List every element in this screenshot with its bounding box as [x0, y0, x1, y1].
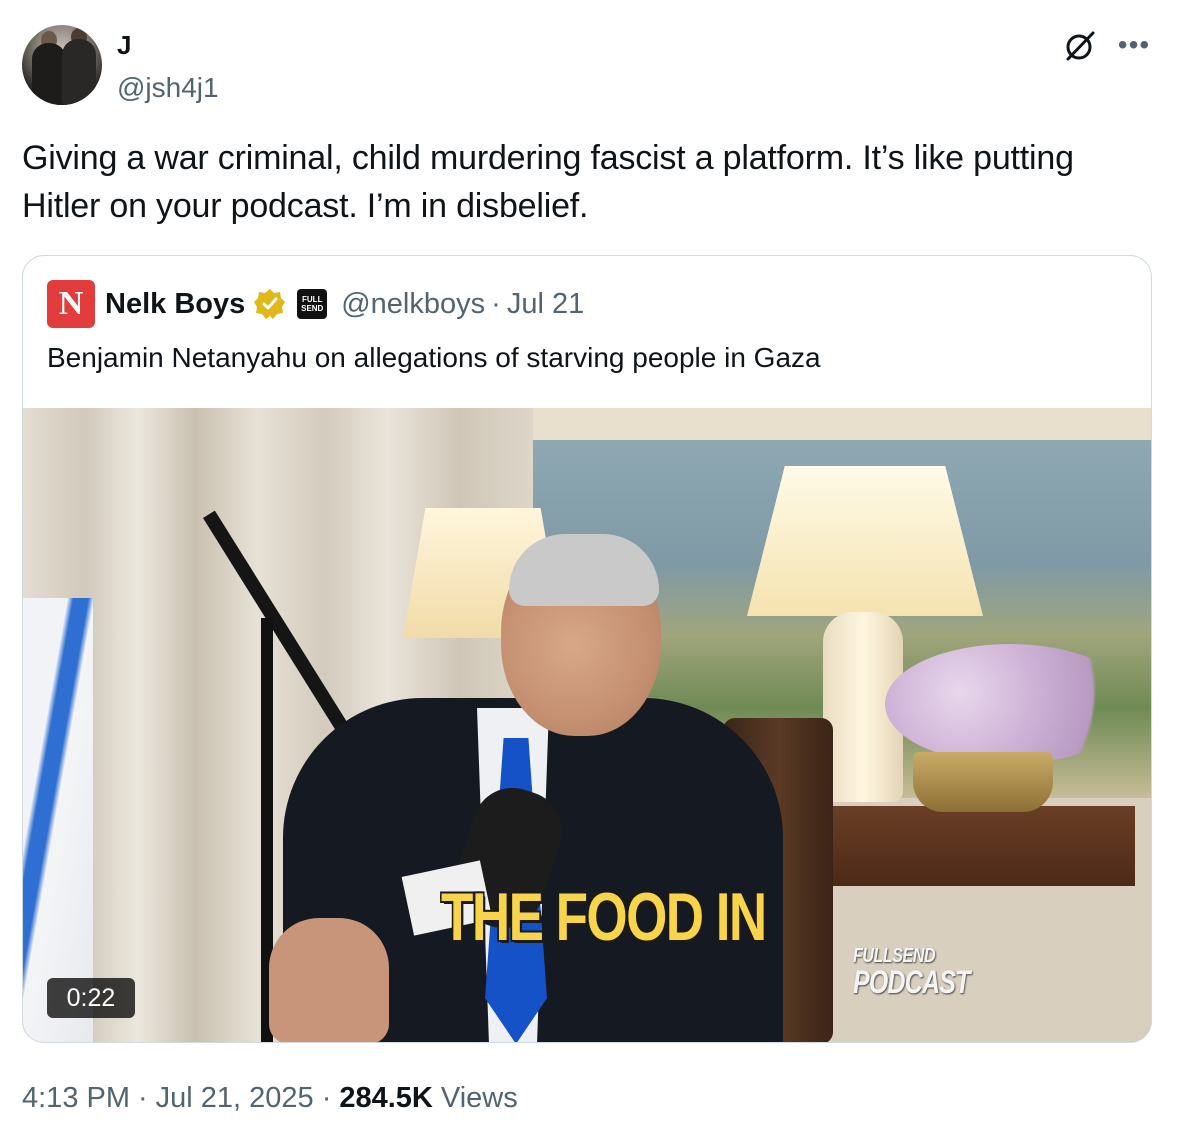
- verified-icon: [254, 289, 286, 319]
- avatar-figure: [62, 39, 96, 105]
- tweet-text: Giving a war criminal, child murdering f…: [22, 139, 1074, 225]
- watermark-line2: PODCAST: [853, 964, 970, 1000]
- quoted-tweet-header: N Nelk Boys FULL SEND @nelkboys · Jul 21: [47, 280, 584, 328]
- video-frame-flowers: [885, 644, 1135, 764]
- video-frame-hair: [509, 534, 659, 606]
- video-watermark: FULLSEND PODCAST: [853, 946, 1002, 998]
- avatar-figure: [32, 43, 66, 105]
- video-frame-hand: [269, 918, 389, 1042]
- tweet-date[interactable]: Jul 21, 2025: [156, 1080, 314, 1116]
- tweet-time[interactable]: 4:13 PM: [22, 1080, 130, 1116]
- video-duration-badge: 0:22: [47, 978, 135, 1018]
- video-caption: THE FOOD IN: [441, 879, 767, 955]
- grok-icon[interactable]: [1062, 28, 1098, 64]
- video-frame-lamp: [747, 466, 983, 616]
- video-frame-table: [819, 806, 1135, 886]
- user-handle[interactable]: @jsh4j1: [117, 72, 219, 104]
- views-count: 284.5K: [339, 1082, 433, 1114]
- video-player[interactable]: THE FOOD IN FULLSEND PODCAST 0:22: [23, 408, 1151, 1042]
- separator-dot: ·: [491, 287, 501, 320]
- separator-dot: ·: [138, 1082, 148, 1114]
- video-frame-vase: [913, 752, 1053, 812]
- quoted-avatar[interactable]: N: [47, 280, 95, 328]
- affiliate-icon[interactable]: FULL SEND: [297, 289, 328, 319]
- video-frame-trim: [533, 408, 1151, 440]
- quoted-display-name[interactable]: Nelk Boys: [105, 288, 245, 321]
- more-icon[interactable]: •••: [1116, 30, 1152, 60]
- quoted-tweet-text: Benjamin Netanyahu on allegations of sta…: [47, 342, 821, 373]
- video-frame-flag: [23, 598, 93, 1042]
- quoted-tweet[interactable]: N Nelk Boys FULL SEND @nelkboys · Jul 21…: [22, 255, 1152, 1043]
- views-label: Views: [440, 1082, 518, 1114]
- avatar[interactable]: [22, 25, 102, 105]
- display-name[interactable]: J: [117, 30, 131, 60]
- tweet-meta: 4:13 PM · Jul 21, 2025 · 284.5K Views: [22, 1080, 518, 1116]
- separator-dot: ·: [321, 1082, 332, 1114]
- quoted-date[interactable]: Jul 21: [507, 288, 584, 321]
- watermark-line1: FULLSEND: [853, 945, 936, 967]
- quoted-handle: @nelkboys: [341, 287, 486, 320]
